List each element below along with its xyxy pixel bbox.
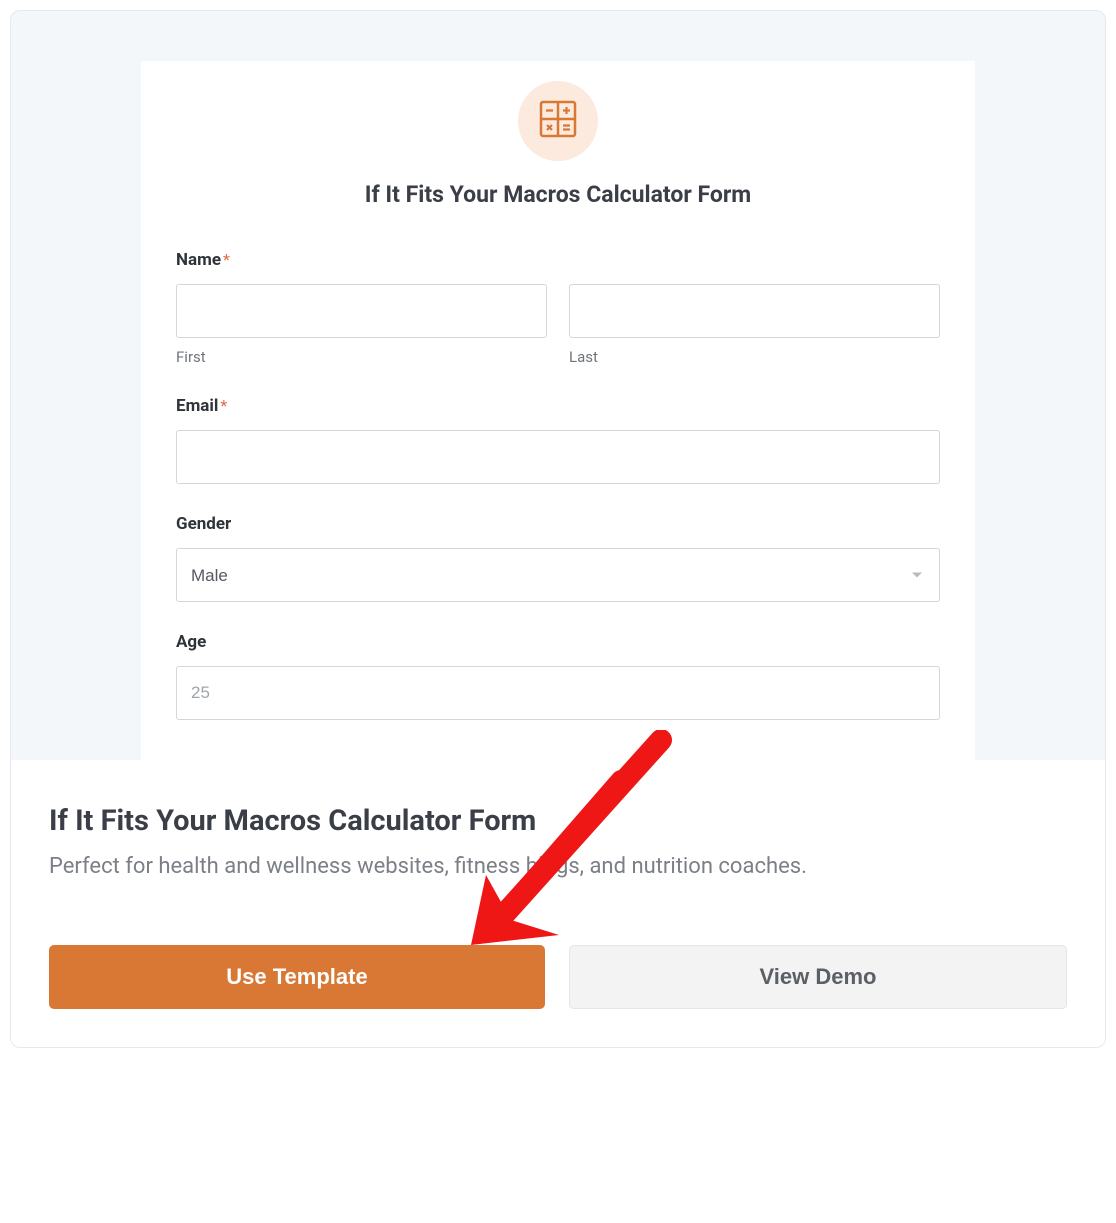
template-description: Perfect for health and wellness websites… xyxy=(49,852,1067,883)
template-name: If It Fits Your Macros Calculator Form xyxy=(49,804,1067,838)
form-panel: If It Fits Your Macros Calculator Form N… xyxy=(141,61,975,760)
email-input[interactable] xyxy=(176,430,940,484)
name-label: Name xyxy=(176,250,221,270)
form-preview-area: If It Fits Your Macros Calculator Form N… xyxy=(11,11,1105,760)
email-label: Email xyxy=(176,396,218,416)
gender-label: Gender xyxy=(176,514,231,534)
use-template-button[interactable]: Use Template xyxy=(49,945,545,1009)
name-field-group: Name* First Last xyxy=(176,250,940,366)
arrow-annotation-icon xyxy=(431,730,711,960)
calculator-icon-circle xyxy=(518,81,598,161)
first-name-sublabel: First xyxy=(176,348,547,366)
template-info-panel: If It Fits Your Macros Calculator Form P… xyxy=(11,760,1105,1047)
template-card: If It Fits Your Macros Calculator Form N… xyxy=(10,10,1106,1048)
form-title: If It Fits Your Macros Calculator Form xyxy=(176,181,940,208)
age-input[interactable] xyxy=(176,666,940,720)
age-field-group: Age xyxy=(176,632,940,720)
calculator-icon xyxy=(539,100,577,142)
gender-field-group: Gender Male xyxy=(176,514,940,602)
action-buttons-row: Use Template View Demo xyxy=(49,945,1067,1009)
required-mark: * xyxy=(220,396,227,415)
required-mark: * xyxy=(223,250,230,269)
email-field-group: Email* xyxy=(176,396,940,484)
last-name-sublabel: Last xyxy=(569,348,940,366)
view-demo-button[interactable]: View Demo xyxy=(569,945,1067,1009)
age-label: Age xyxy=(176,632,206,652)
first-name-input[interactable] xyxy=(176,284,547,338)
last-name-input[interactable] xyxy=(569,284,940,338)
gender-select[interactable]: Male xyxy=(176,548,940,602)
